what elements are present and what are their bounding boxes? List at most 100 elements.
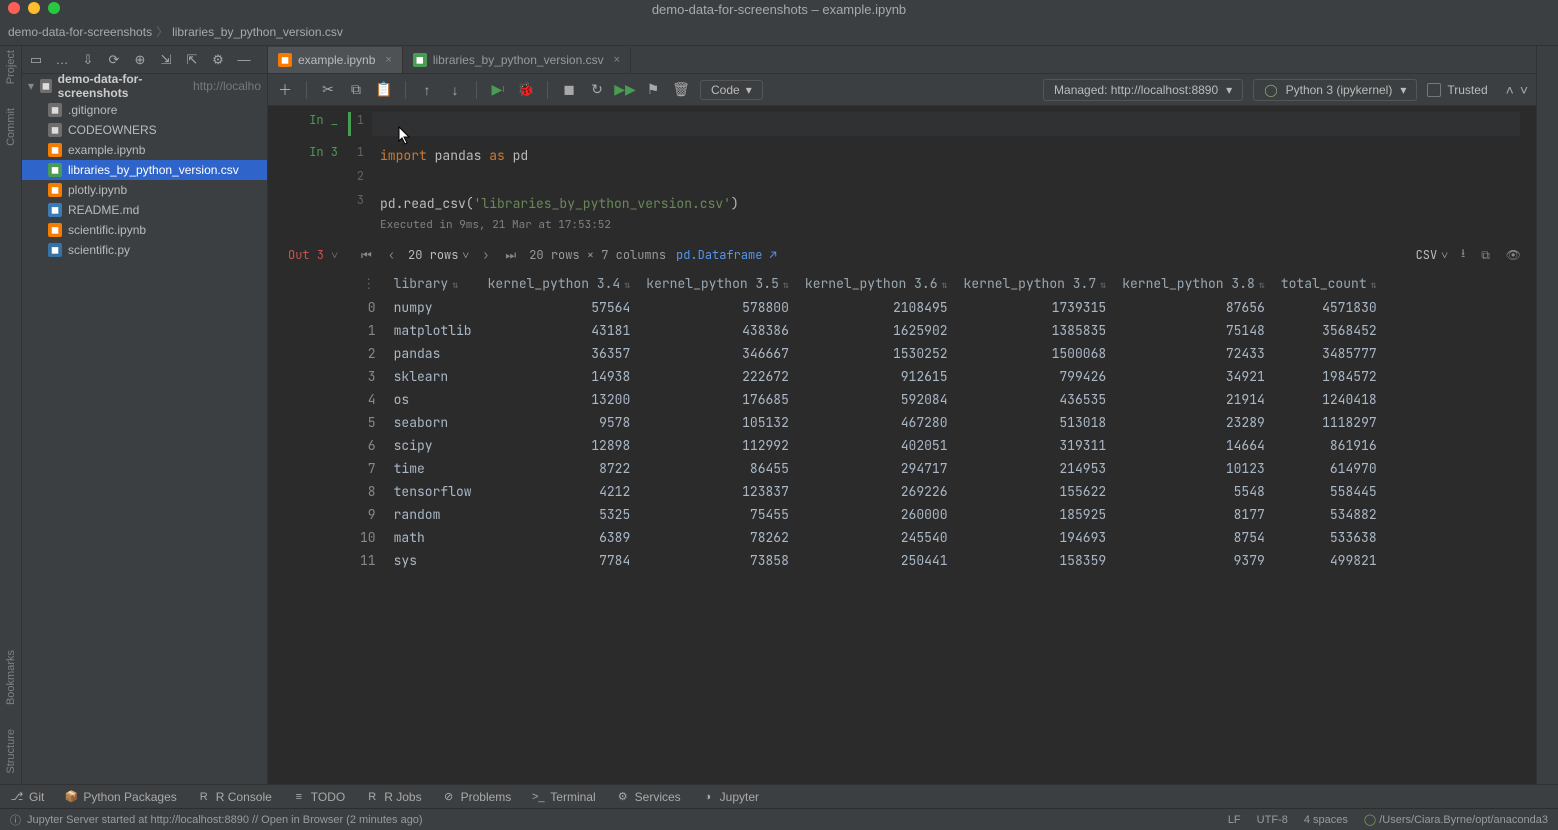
collapse-all-icon[interactable]: ⇱ (184, 52, 200, 68)
rows-selector[interactable]: 20 rows ˅ (408, 247, 469, 263)
clear-outputs-icon[interactable]: ⚑ (644, 81, 662, 99)
rail-bookmarks[interactable]: Bookmarks (5, 650, 17, 705)
toolwindow-item[interactable]: ≡TODO (292, 790, 345, 804)
table-row[interactable]: 4os13200176685592084436535219141240418 (352, 388, 1385, 411)
cell-type-dropdown[interactable]: Code ▾ (700, 80, 763, 100)
expand-all-icon[interactable]: ⇲ (158, 52, 174, 68)
close-tab-icon[interactable]: × (385, 54, 391, 66)
copy-icon[interactable]: ⧉ (347, 81, 365, 99)
prev-page-icon[interactable]: ‹ (385, 247, 398, 263)
index-header[interactable]: ⋮ (352, 271, 386, 296)
cell-code[interactable]: In 31import pandas as pd2 3pd.read_csv('… (268, 144, 1536, 232)
toolwindow-item[interactable]: RR Console (197, 790, 272, 804)
toolwindow-item[interactable]: ⊘Problems (442, 790, 512, 804)
tree-item[interactable]: ◼.gitignore (22, 100, 267, 120)
status-indent[interactable]: 4 spaces (1304, 814, 1348, 826)
rail-structure[interactable]: Structure (5, 729, 17, 774)
download-icon[interactable]: ⭳ (1458, 244, 1468, 265)
table-row[interactable]: 8tensorflow42121238372692261556225548558… (352, 480, 1385, 503)
toolwindow-item[interactable]: >_Terminal (531, 790, 595, 804)
add-cell-icon[interactable]: ＋ (276, 81, 294, 99)
maximize-window-button[interactable] (48, 2, 60, 14)
debug-cell-icon[interactable]: 🐞 (517, 81, 535, 99)
column-header[interactable]: kernel_python 3.6⇅ (797, 271, 956, 296)
editor-tab[interactable]: ◼example.ipynb× (268, 47, 403, 73)
table-row[interactable]: 11sys7784738582504411583599379499821 (352, 549, 1385, 572)
code-line[interactable]: pd.read_csv('libraries_by_python_version… (372, 192, 1520, 216)
column-header[interactable]: library⇅ (386, 271, 480, 296)
status-interpreter[interactable]: /Users/Ciara.Byrne/opt/anaconda3 (1379, 814, 1548, 826)
project-root[interactable]: ▾ ◼ demo-data-for-screenshots http://loc… (22, 74, 267, 98)
column-header[interactable]: kernel_python 3.7⇅ (956, 271, 1115, 296)
run-cell-icon[interactable]: ▶I (489, 81, 507, 99)
view-icon[interactable]: 👁 (1503, 247, 1524, 263)
code-line[interactable] (372, 168, 1520, 192)
toolwindow-item[interactable]: 📦Python Packages (64, 790, 176, 804)
last-page-icon[interactable]: ⏭ (502, 247, 519, 263)
column-header[interactable]: kernel_python 3.5⇅ (638, 271, 797, 296)
breadcrumb-file[interactable]: libraries_by_python_version.csv (172, 25, 343, 39)
table-row[interactable]: 9random5325754552600001859258177534882 (352, 503, 1385, 526)
select-opened-file-icon[interactable]: … (54, 52, 70, 68)
delete-cell-icon[interactable]: 🗑 (672, 81, 690, 99)
column-header[interactable]: kernel_python 3.8⇅ (1114, 271, 1273, 296)
tree-item[interactable]: ◼README.md (22, 200, 267, 220)
expand-down-icon[interactable]: ˅ (1520, 82, 1528, 98)
table-row[interactable]: 2pandas363573466671530252150006872433348… (352, 342, 1385, 365)
open-in-new-icon[interactable]: ⧉ (1478, 247, 1493, 263)
code-line[interactable]: import pandas as pd (372, 144, 1520, 168)
tree-item[interactable]: ◼scientific.ipynb (22, 220, 267, 240)
status-lf[interactable]: LF (1228, 814, 1241, 826)
minimize-window-button[interactable] (28, 2, 40, 14)
dataframe-type-link[interactable]: pd.Dataframe ↗ (676, 247, 777, 263)
move-down-icon[interactable]: ↓ (446, 81, 464, 99)
table-row[interactable]: 0numpy5756457880021084951739315876564571… (352, 296, 1385, 319)
folder-icon[interactable]: ▭ (28, 52, 44, 68)
toolwindow-item[interactable]: ⚙Services (616, 790, 681, 804)
code-input[interactable] (372, 112, 1520, 136)
table-row[interactable]: 7time87228645529471721495310123614970 (352, 457, 1385, 480)
cut-icon[interactable]: ✂ (319, 81, 337, 99)
column-header[interactable]: total_count⇅ (1273, 271, 1385, 296)
status-message[interactable]: Jupyter Server started at http://localho… (27, 814, 423, 826)
kernel-dropdown[interactable]: ◯ Python 3 (ipykernel) ▾ (1253, 79, 1417, 101)
tree-item[interactable]: ◼CODEOWNERS (22, 120, 267, 140)
target-icon[interactable]: ⊕ (132, 52, 148, 68)
server-dropdown[interactable]: Managed: http://localhost:8890 ▾ (1043, 79, 1243, 101)
close-tab-icon[interactable]: × (614, 54, 620, 66)
table-row[interactable]: 6scipy1289811299240205131931114664861916 (352, 434, 1385, 457)
status-encoding[interactable]: UTF-8 (1257, 814, 1288, 826)
table-row[interactable]: 10math6389782622455401946938754533638 (352, 526, 1385, 549)
next-page-icon[interactable]: › (479, 247, 492, 263)
chevron-down-icon[interactable]: ˅ (331, 247, 338, 263)
table-row[interactable]: 5seaborn95781051324672805130182328911182… (352, 411, 1385, 434)
close-window-button[interactable] (8, 2, 20, 14)
interrupt-icon[interactable]: ◼ (560, 81, 578, 99)
column-header[interactable]: kernel_python 3.4⇅ (480, 271, 639, 296)
toolwindow-item[interactable]: RR Jobs (365, 790, 421, 804)
move-up-icon[interactable]: ↑ (418, 81, 436, 99)
expand-up-icon[interactable]: ˄ (1506, 82, 1514, 98)
breadcrumb-project[interactable]: demo-data-for-screenshots (8, 25, 152, 39)
tree-item[interactable]: ◼scientific.py (22, 240, 267, 260)
rail-project[interactable]: Project (5, 50, 17, 84)
cell-empty[interactable]: In _ 1 (268, 112, 1536, 136)
toolwindow-item[interactable]: ⎇Git (10, 790, 44, 804)
tree-item[interactable]: ◼libraries_by_python_version.csv (22, 160, 267, 180)
download-icon[interactable]: ⇩ (80, 52, 96, 68)
table-row[interactable]: 3sklearn14938222672912615799426349211984… (352, 365, 1385, 388)
paste-icon[interactable]: 📋 (375, 81, 393, 99)
toolwindow-item[interactable]: ◑Jupyter (701, 790, 759, 804)
hide-icon[interactable]: — (236, 52, 252, 68)
table-row[interactable]: 1matplotlib43181438386162590213858357514… (352, 319, 1385, 342)
first-page-icon[interactable]: ⏮ (358, 247, 375, 263)
settings-gear-icon[interactable]: ⚙ (210, 52, 226, 68)
tree-item[interactable]: ◼example.ipynb (22, 140, 267, 160)
tree-item[interactable]: ◼plotly.ipynb (22, 180, 267, 200)
restart-icon[interactable]: ↻ (588, 81, 606, 99)
export-dropdown[interactable]: CSV ˅ (1416, 247, 1448, 263)
trusted-toggle[interactable]: Trusted (1427, 83, 1487, 97)
run-all-icon[interactable]: ▶▶ (616, 81, 634, 99)
editor-tab[interactable]: ◼libraries_by_python_version.csv× (403, 47, 631, 73)
refresh-icon[interactable]: ⟳ (106, 52, 122, 68)
